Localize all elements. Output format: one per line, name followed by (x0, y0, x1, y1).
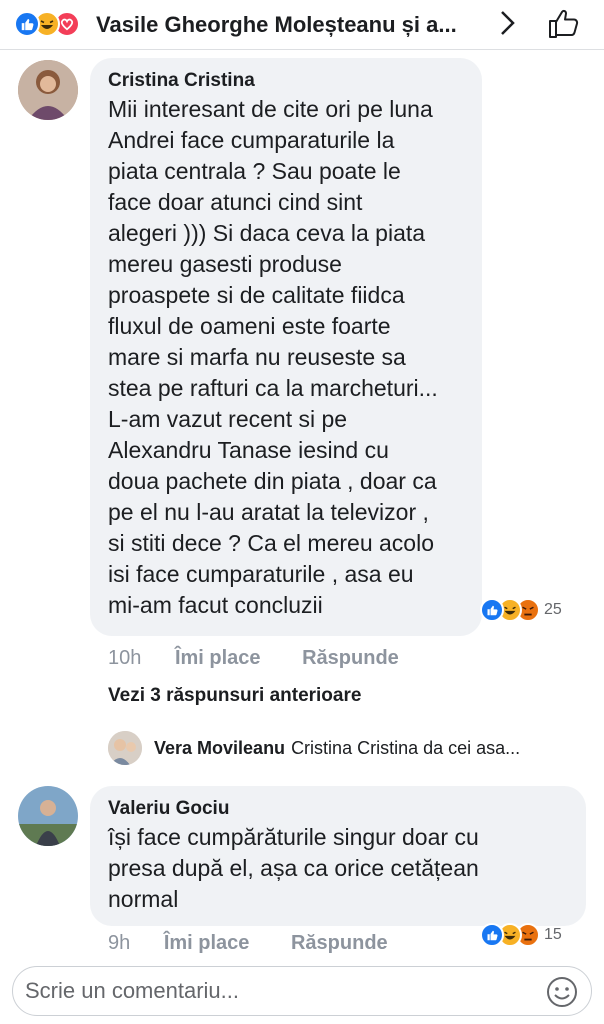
comment-input-box[interactable] (12, 966, 592, 1016)
reaction-count: 15 (544, 926, 562, 943)
comment-author[interactable]: Valeriu Gociu (108, 798, 568, 820)
like-icon (480, 598, 504, 622)
like-button[interactable]: Îmi place (175, 647, 261, 669)
reply-author[interactable]: Vera Movileanu (154, 738, 285, 759)
header-reactions[interactable] (14, 11, 94, 37)
avatar[interactable] (18, 786, 78, 846)
reply-button[interactable]: Răspunde (291, 932, 388, 954)
post-title[interactable]: Vasile Gheorghe Molește­anu și a... (96, 12, 457, 38)
reaction-count: 25 (544, 601, 562, 618)
comment-meta: 10h Îmi place Răspunde (108, 647, 399, 670)
comment-text: își face cumpărăturile singur doar cu pr… (108, 824, 479, 912)
comment-bubble: Cristina Cristina Mii interesant de cite… (90, 58, 482, 636)
comment-meta: 9h Îmi place Răspunde (108, 932, 388, 955)
reply-preview[interactable]: Vera Movileanu Cristina Cristina da cei … (108, 730, 520, 766)
smiley-icon[interactable] (545, 975, 579, 1009)
comment-time[interactable]: 10h (108, 647, 141, 669)
previous-replies-link[interactable]: Vezi 3 răspunsuri anterioare (108, 685, 361, 707)
comment-author[interactable]: Cristina Cristina (108, 70, 464, 92)
post-header: Vasile Gheorghe Molește­anu și a... (0, 0, 604, 50)
avatar[interactable] (108, 731, 142, 765)
comment-bubble: Valeriu Gociu își face cumpărăturile sin… (90, 786, 586, 926)
comment-time[interactable]: 9h (108, 932, 130, 954)
like-button[interactable]: Îmi place (164, 932, 250, 954)
chevron-right-icon[interactable] (492, 8, 522, 38)
comment-input[interactable] (25, 978, 525, 1004)
comment-composer (0, 958, 604, 1024)
thumbs-up-outline-icon[interactable] (546, 6, 582, 42)
comment-text: Mii interesant de cite ori pe luna Andre… (108, 96, 438, 618)
avatar[interactable] (18, 60, 78, 120)
reply-text: Cristina Cristina da cei asa... (291, 737, 521, 758)
like-icon (480, 923, 504, 947)
reaction-summary[interactable]: 25 (480, 596, 562, 624)
reply-button[interactable]: Răspunde (302, 647, 399, 669)
reaction-summary[interactable]: 15 (480, 921, 562, 949)
like-icon (14, 11, 40, 37)
